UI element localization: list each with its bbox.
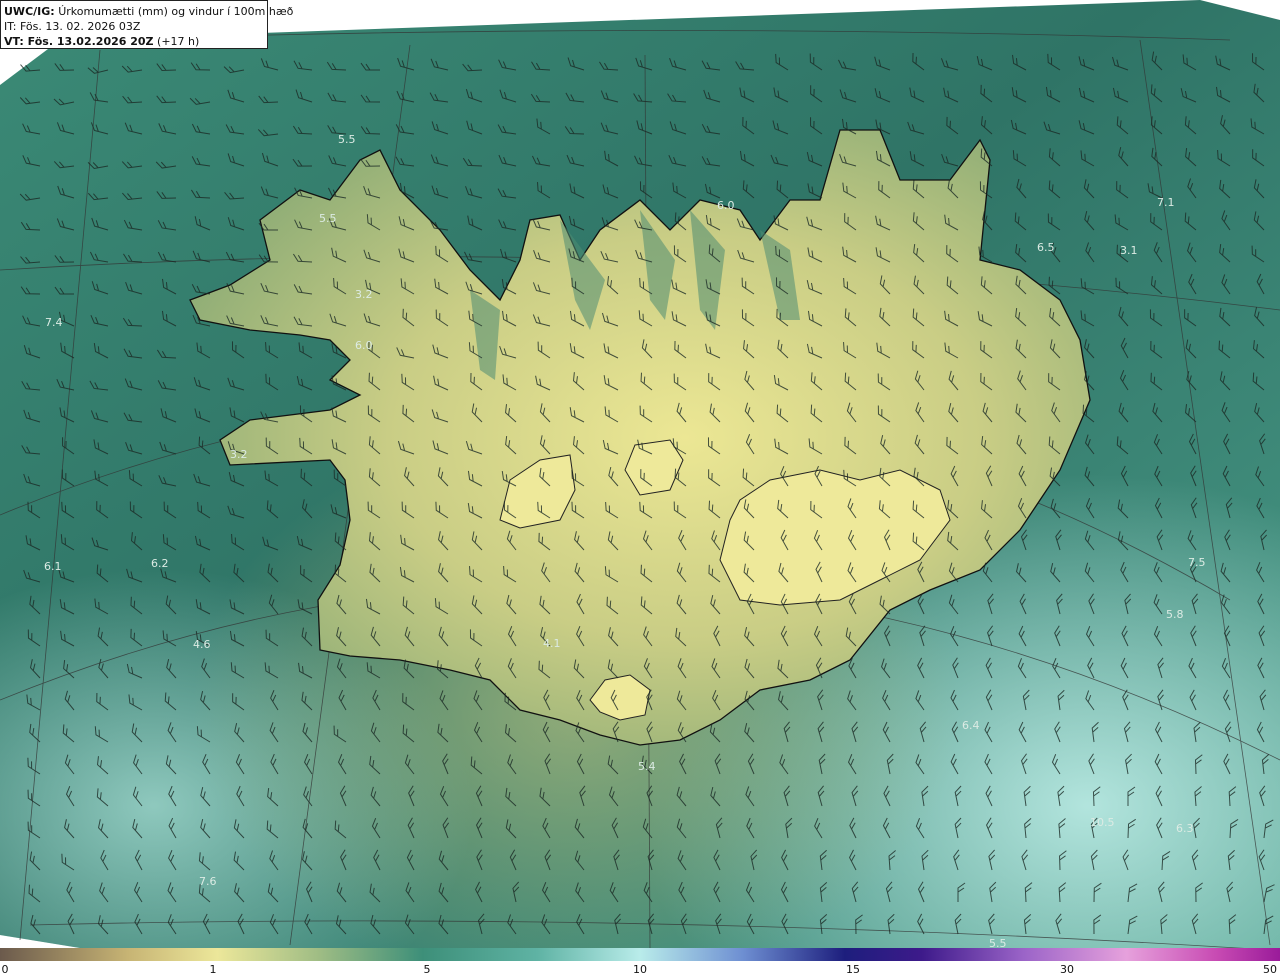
map-value-label: 4.1 bbox=[543, 637, 561, 650]
map-value-label: 5.5 bbox=[989, 937, 1007, 948]
model-label: UWC/IG: bbox=[4, 5, 55, 18]
map-value-label: 6.2 bbox=[151, 557, 169, 570]
forecast-info-box: UWC/IG: Úrkomumætti (mm) og vindur í 100… bbox=[0, 0, 293, 49]
map-value-label: 6.1 bbox=[44, 560, 62, 573]
colorbar-tick-label: 5 bbox=[423, 963, 431, 976]
init-time-value: Fös. 13. 02. 2026 03Z bbox=[19, 20, 141, 33]
init-time-line: IT: Fös. 13. 02. 2026 03Z bbox=[4, 19, 264, 34]
map-value-label: 6.4 bbox=[962, 719, 980, 732]
map-value-label: 6.3 bbox=[1176, 822, 1194, 835]
map-value-label: 3.2 bbox=[230, 448, 248, 461]
map-value-label: 7.4 bbox=[45, 316, 63, 329]
map-value-label: 5.5 bbox=[319, 212, 337, 225]
map-value-label: 7.5 bbox=[1188, 556, 1206, 569]
map-value-label: 7.6 bbox=[199, 875, 217, 888]
colorbar-tick-label: 50 bbox=[1263, 963, 1277, 976]
map-value-label: 3.2 bbox=[355, 288, 373, 301]
map-value-label: 6.5 bbox=[1037, 241, 1055, 254]
title-line: UWC/IG: Úrkomumætti (mm) og vindur í 100… bbox=[4, 4, 293, 19]
field-title: Úrkomumætti (mm) og vindur í 100m hæð bbox=[58, 5, 294, 18]
map-value-label: 5.8 bbox=[1166, 608, 1184, 621]
colorbar-tick-label: 30 bbox=[1060, 963, 1074, 976]
map-value-label: 7.1 bbox=[1157, 196, 1175, 209]
colorbar-strip bbox=[0, 948, 1280, 961]
map-value-label: 10.5 bbox=[1090, 816, 1115, 829]
map-value-label: 6.0 bbox=[355, 339, 373, 352]
weather-map: 5.5 5.5 3.2 6.0 6.0 6.5 7.1 3.1 7.4 3.2 … bbox=[0, 0, 1280, 948]
valid-time-value: VT: Fös. 13.02.2026 20Z bbox=[4, 35, 154, 48]
colorbar-tick-label: 1 bbox=[209, 963, 217, 976]
colorbar-tick-label: 0 bbox=[1, 963, 9, 976]
map-value-label: 3.1 bbox=[1120, 244, 1138, 257]
valid-time-line: VT: Fös. 13.02.2026 20Z (+17 h) bbox=[4, 34, 264, 49]
precipitation-colorbar: 0 1 5 10 15 30 50 bbox=[0, 948, 1280, 978]
map-value-label: 5.4 bbox=[638, 760, 656, 773]
lead-time: (+17 h) bbox=[157, 35, 200, 48]
colorbar-tick-label: 15 bbox=[846, 963, 860, 976]
map-value-label: 6.0 bbox=[717, 199, 735, 212]
map-value-label: 4.6 bbox=[193, 638, 211, 651]
map-value-label: 5.5 bbox=[338, 133, 356, 146]
colorbar-tick-label: 10 bbox=[633, 963, 647, 976]
init-time-label: IT: bbox=[4, 20, 17, 33]
